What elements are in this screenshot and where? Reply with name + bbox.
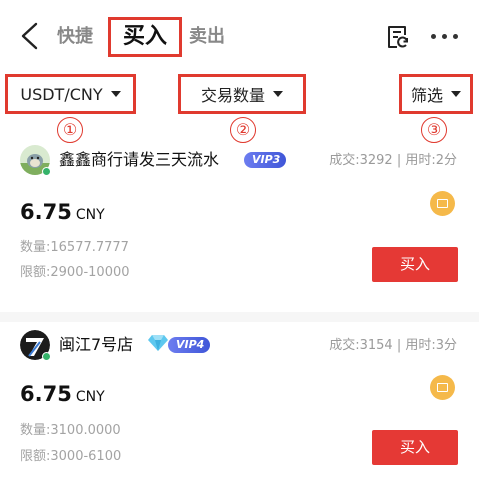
vip-badge: VIP3 <box>244 152 287 168</box>
price-currency: CNY <box>75 389 105 405</box>
caret-down-icon <box>110 91 121 97</box>
vip-badge: VIP4 <box>168 337 211 353</box>
order-limit: 限额:3000-6100 <box>20 449 122 464</box>
payment-card-icon <box>430 191 455 216</box>
available-quantity: 数量:16577.7777 <box>20 240 129 255</box>
available-quantity: 数量:3100.0000 <box>20 423 121 438</box>
payment-card-icon <box>430 375 455 400</box>
top-navigation-bar: 快捷 买入 卖出 <box>0 0 479 70</box>
more-icon[interactable] <box>431 34 459 40</box>
merchant-card: 闽江7号店 VIP4 成交:3154 | 用时:3分 6.75 CNY 数量:31… <box>0 320 479 500</box>
online-status-dot <box>42 167 51 176</box>
tab-sell[interactable]: 卖出 <box>189 26 225 48</box>
caret-down-icon <box>273 91 283 97</box>
caret-down-icon <box>451 91 461 97</box>
unit-price: 6.75 CNY <box>20 382 105 406</box>
merchant-name[interactable]: 闽江7号店 <box>59 335 133 355</box>
currency-pair-filter[interactable]: USDT/CNY <box>5 74 136 114</box>
tab-buy[interactable]: 买入 <box>108 17 182 57</box>
trade-stats: 成交:3154 | 用时:3分 <box>329 338 457 353</box>
order-record-icon[interactable] <box>386 24 410 50</box>
screen-filter-label: 筛选 <box>410 86 443 105</box>
order-limit: 限额:2900-10000 <box>20 265 130 280</box>
screen-filter[interactable]: 筛选 <box>399 74 473 114</box>
trade-quantity-label: 交易数量 <box>200 86 265 105</box>
back-icon[interactable] <box>18 22 42 50</box>
currency-pair-label: USDT/CNY <box>20 84 103 104</box>
merchant-card: 鑫鑫商行请发三天流水 VIP3 成交:3292 | 用时:2分 6.75 CNY … <box>0 140 479 320</box>
buy-button[interactable]: 买入 <box>372 247 458 282</box>
price-currency: CNY <box>75 207 105 223</box>
diamond-icon <box>148 335 168 351</box>
buy-button[interactable]: 买入 <box>372 430 458 465</box>
price-value: 6.75 <box>20 382 72 406</box>
unit-price: 6.75 CNY <box>20 200 105 224</box>
trade-quantity-filter[interactable]: 交易数量 <box>178 74 306 114</box>
trade-stats: 成交:3292 | 用时:2分 <box>329 153 457 168</box>
price-value: 6.75 <box>20 200 72 224</box>
merchant-name[interactable]: 鑫鑫商行请发三天流水 <box>59 150 219 170</box>
tab-quick[interactable]: 快捷 <box>57 26 93 48</box>
online-status-dot <box>42 352 51 361</box>
